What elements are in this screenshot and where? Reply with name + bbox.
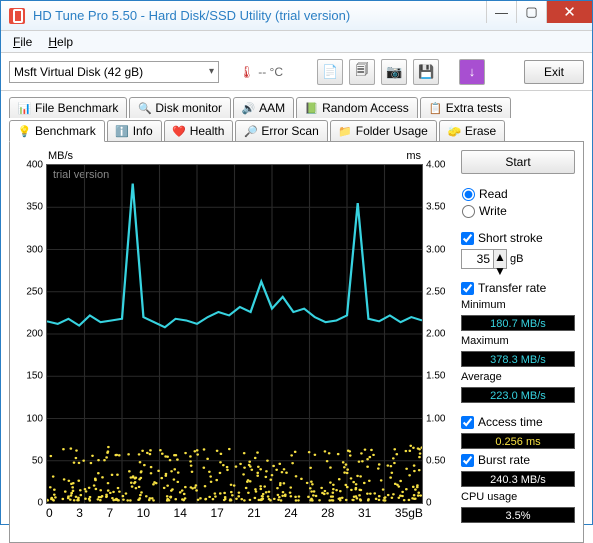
exit-button[interactable]: Exit bbox=[524, 60, 584, 84]
tab-icon: 🧽 bbox=[448, 125, 461, 138]
minimize-button[interactable]: — bbox=[486, 1, 516, 23]
temperature-display: 🌡 -- °C bbox=[239, 65, 283, 79]
y-axis-right: 4.003.503.002.502.001.501.000.500 bbox=[424, 165, 452, 503]
window-controls: — ▢ ✕ bbox=[486, 1, 592, 30]
access-time-value: 0.256 ms bbox=[461, 433, 575, 449]
tab-health[interactable]: ❤️Health bbox=[164, 120, 234, 141]
save-button[interactable]: 💾 bbox=[413, 59, 439, 85]
chevron-down-icon: ▾ bbox=[209, 66, 214, 77]
tab-random-access[interactable]: 📗Random Access bbox=[296, 97, 418, 118]
tab-icon: ℹ️ bbox=[116, 125, 129, 138]
maximum-value: 378.3 MB/s bbox=[461, 351, 575, 367]
tab-row-lower: 💡Benchmarkℹ️Info❤️Health🔎Error Scan📁Fold… bbox=[9, 120, 584, 141]
tab-file-benchmark[interactable]: 📊File Benchmark bbox=[9, 97, 127, 118]
copy-screenshot-button[interactable]: 🗐 bbox=[349, 59, 375, 85]
y-left-label: MB/s bbox=[48, 150, 73, 162]
x-axis: 0371014172124283135gB bbox=[46, 504, 423, 520]
minimum-value: 180.7 MB/s bbox=[461, 315, 575, 331]
short-stroke-check[interactable]: Short stroke bbox=[461, 231, 575, 245]
tab-body-benchmark: MB/s ms trial version 400350300250200150… bbox=[9, 141, 584, 543]
spinner-arrows[interactable]: ▲▼ bbox=[493, 249, 507, 269]
tab-icon: 🔊 bbox=[242, 102, 255, 115]
titlebar: HD Tune Pro 5.50 - Hard Disk/SSD Utility… bbox=[1, 1, 592, 31]
tab-info[interactable]: ℹ️Info bbox=[107, 120, 162, 141]
tab-icon: 📗 bbox=[305, 102, 318, 115]
drive-select[interactable]: Msft Virtual Disk (42 gB) ▾ bbox=[9, 61, 219, 83]
y-axis-left: 400350300250200150100500 bbox=[19, 165, 45, 503]
close-button[interactable]: ✕ bbox=[546, 1, 592, 23]
tab-icon: 🔎 bbox=[244, 125, 257, 138]
copy-info-button[interactable]: 📄 bbox=[317, 59, 343, 85]
write-radio[interactable]: Write bbox=[462, 204, 574, 218]
burst-rate-value: 240.3 MB/s bbox=[461, 471, 575, 487]
app-icon bbox=[9, 8, 25, 24]
burst-rate-check[interactable]: Burst rate bbox=[461, 453, 575, 467]
temperature-value: -- °C bbox=[258, 65, 283, 79]
minimum-label: Minimum bbox=[461, 299, 575, 311]
maximize-button[interactable]: ▢ bbox=[516, 1, 546, 23]
menu-file[interactable]: File bbox=[7, 33, 38, 51]
read-radio[interactable]: Read bbox=[462, 187, 574, 201]
tab-erase[interactable]: 🧽Erase bbox=[439, 120, 505, 141]
screenshot-button[interactable]: 📷 bbox=[381, 59, 407, 85]
tab-extra-tests[interactable]: 📋Extra tests bbox=[420, 97, 512, 118]
tabs-area: 📊File Benchmark🔍Disk monitor🔊AAM📗Random … bbox=[1, 91, 592, 543]
cpu-usage-label: CPU usage bbox=[461, 491, 575, 503]
tab-icon: 📋 bbox=[429, 102, 442, 115]
cpu-usage-value: 3.5% bbox=[461, 507, 575, 523]
menubar: File Help bbox=[1, 31, 592, 53]
access-time-check[interactable]: Access time bbox=[461, 415, 575, 429]
chart-box: trial version 400350300250200150100500 4… bbox=[46, 164, 423, 504]
tab-folder-usage[interactable]: 📁Folder Usage bbox=[330, 120, 437, 141]
tab-icon: ❤️ bbox=[173, 125, 186, 138]
start-button[interactable]: Start bbox=[461, 150, 575, 174]
y-right-label: ms bbox=[406, 150, 421, 162]
average-value: 223.0 MB/s bbox=[461, 387, 575, 403]
menu-help[interactable]: Help bbox=[42, 33, 79, 51]
thermometer-icon: 🌡 bbox=[239, 65, 254, 79]
short-stroke-spinner[interactable]: ▲▼ gB bbox=[461, 249, 575, 269]
maximum-label: Maximum bbox=[461, 335, 575, 347]
tab-icon: 💡 bbox=[18, 125, 31, 138]
options-button[interactable]: ↓ bbox=[459, 59, 485, 85]
drive-select-value: Msft Virtual Disk (42 gB) bbox=[14, 65, 143, 79]
side-panel: Start Read Write Short stroke ▲▼ gB Tran… bbox=[461, 150, 575, 534]
toolbar: Msft Virtual Disk (42 gB) ▾ 🌡 -- °C 📄 🗐 … bbox=[1, 53, 592, 91]
chart-panel: MB/s ms trial version 400350300250200150… bbox=[46, 150, 423, 534]
average-label: Average bbox=[461, 371, 575, 383]
tab-row-upper: 📊File Benchmark🔍Disk monitor🔊AAM📗Random … bbox=[9, 97, 584, 118]
chart-plot bbox=[47, 165, 422, 503]
tab-icon: 🔍 bbox=[138, 102, 151, 115]
tab-icon: 📁 bbox=[339, 125, 352, 138]
tab-aam[interactable]: 🔊AAM bbox=[233, 97, 294, 118]
transfer-rate-check[interactable]: Transfer rate bbox=[461, 281, 575, 295]
window-title: HD Tune Pro 5.50 - Hard Disk/SSD Utility… bbox=[33, 8, 486, 23]
tab-icon: 📊 bbox=[18, 102, 31, 115]
tab-benchmark[interactable]: 💡Benchmark bbox=[9, 120, 105, 142]
tab-error-scan[interactable]: 🔎Error Scan bbox=[235, 120, 327, 141]
tab-disk-monitor[interactable]: 🔍Disk monitor bbox=[129, 97, 231, 118]
